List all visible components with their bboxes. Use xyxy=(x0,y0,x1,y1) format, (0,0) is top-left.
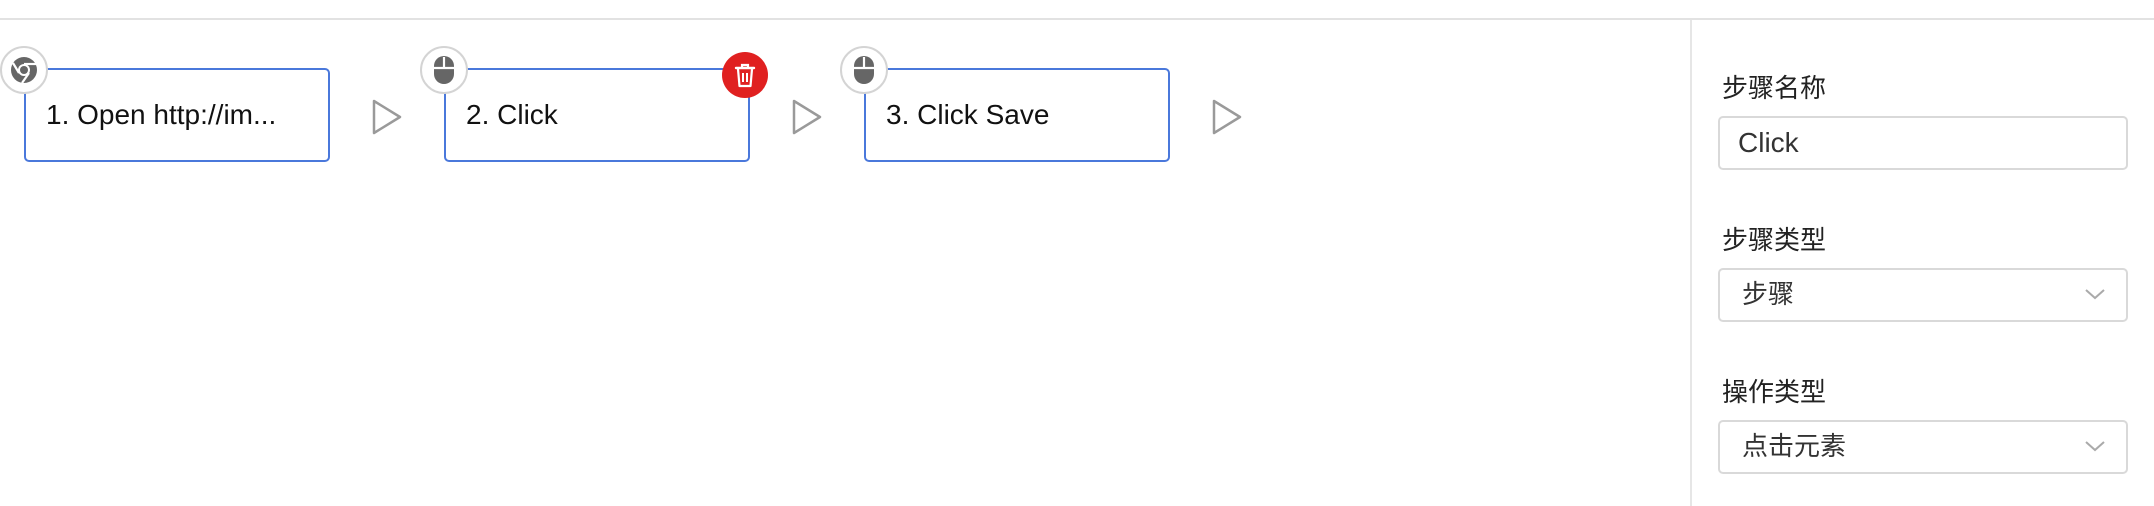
chrome-icon xyxy=(0,46,48,94)
add-step-arrow-icon[interactable] xyxy=(1210,98,1244,136)
step-card-3[interactable]: 3. Click Save xyxy=(864,68,1170,162)
step-label: 1. Open http://im... xyxy=(46,99,277,130)
next-arrow-icon[interactable] xyxy=(790,98,824,136)
mouse-icon xyxy=(840,46,888,94)
action-type-select[interactable]: 点击元素 xyxy=(1718,420,2128,474)
delete-step-button[interactable] xyxy=(722,52,768,98)
action-type-label: 操作类型 xyxy=(1722,378,1827,408)
trash-icon xyxy=(734,63,756,88)
step-card-2[interactable]: 2. Click xyxy=(444,68,750,162)
step-name-label: 步骤名称 xyxy=(1722,74,1827,104)
step-type-select[interactable]: 步骤 xyxy=(1718,268,2128,322)
step-label: 2. Click xyxy=(466,99,558,130)
step-type-label: 步骤类型 xyxy=(1722,226,1827,256)
step-card-1[interactable]: 1. Open http://im... xyxy=(24,68,330,162)
action-type-value: 点击元素 xyxy=(1742,432,1847,462)
step-name-field[interactable] xyxy=(1718,116,2128,170)
flow-canvas[interactable]: 1. Open http://im... 2. Click 3. Click S… xyxy=(0,20,1690,506)
next-arrow-icon[interactable] xyxy=(370,98,404,136)
mouse-icon xyxy=(420,46,468,94)
chevron-down-icon xyxy=(2085,289,2105,300)
step-name-input[interactable] xyxy=(1720,118,2126,168)
properties-panel: 步骤名称 步骤类型 步骤 操作类型 点击元素 xyxy=(1692,20,2154,506)
step-type-value: 步骤 xyxy=(1742,280,1795,310)
step-label: 3. Click Save xyxy=(886,99,1050,130)
chevron-down-icon xyxy=(2085,441,2105,452)
